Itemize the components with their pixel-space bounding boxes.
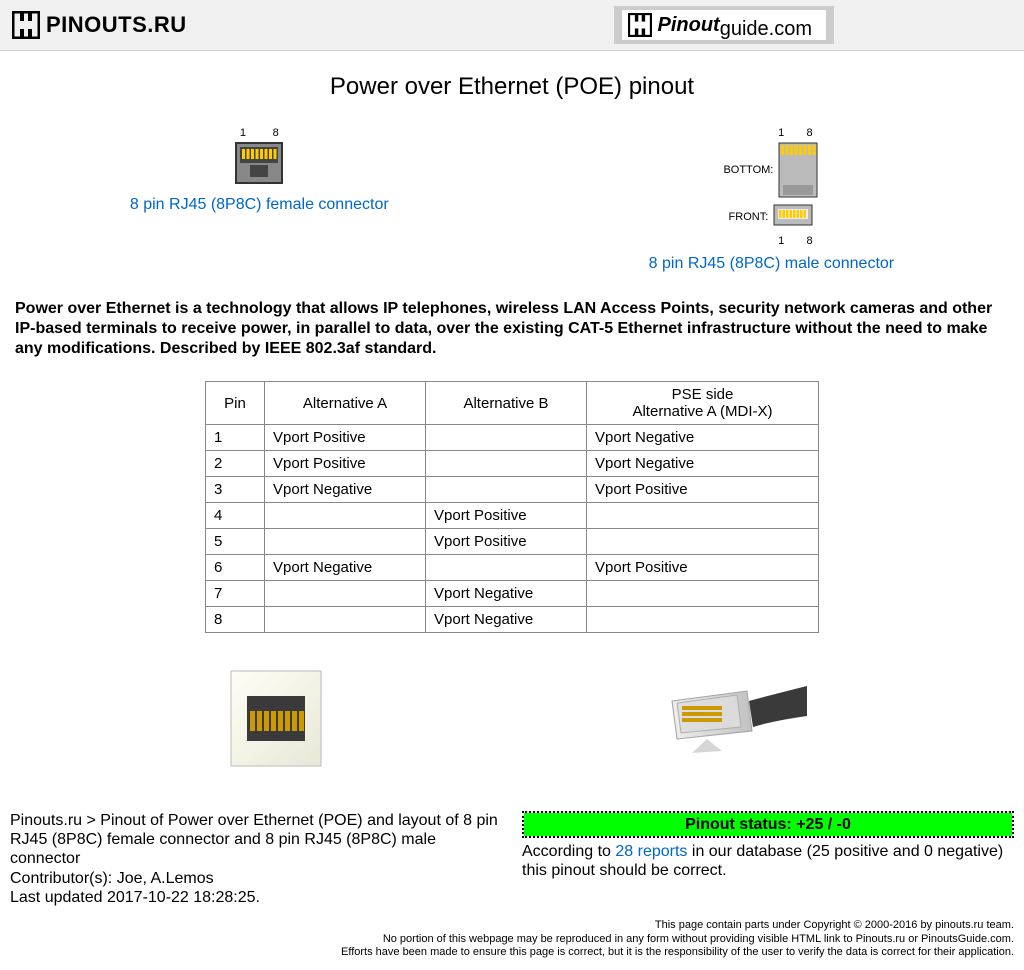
copyright: This page contain parts under Copyright … <box>0 919 1024 970</box>
table-cell <box>587 529 819 555</box>
guide-logo-text1: Pinout <box>658 14 720 37</box>
rj45-male-front-icon <box>772 203 814 231</box>
th-alta: Alternative A <box>265 382 426 425</box>
breadcrumb: Pinouts.ru > Pinout of Power over Ethern… <box>10 811 502 869</box>
female-connector-link[interactable]: 8 pin RJ45 (8P8C) female connector <box>130 196 389 214</box>
guide-logo-icon <box>628 13 652 37</box>
table-cell <box>265 529 426 555</box>
status-box: Pinout status: +25 / -0 <box>522 811 1014 838</box>
table-cell: 3 <box>206 477 265 503</box>
table-cell: Vport Negative <box>587 451 819 477</box>
table-cell: Vport Negative <box>265 477 426 503</box>
pinoutguide-logo-box[interactable]: Pinoutguide.com <box>614 6 835 44</box>
photo-row <box>0 661 1024 781</box>
site-logo-icon <box>12 11 40 39</box>
footer-info-row: Pinouts.ru > Pinout of Power over Ethern… <box>0 811 1024 907</box>
table-row: 6Vport Negative Vport Positive <box>206 555 819 581</box>
table-row: 3Vport Negative Vport Positive <box>206 477 819 503</box>
table-cell: Vport Positive <box>587 555 819 581</box>
table-cell: Vport Positive <box>426 503 587 529</box>
guide-logo-text2: guide.com <box>720 18 812 41</box>
rj45-female-icon <box>234 141 284 185</box>
pinout-table: Pin Alternative A Alternative B PSE side… <box>205 381 819 633</box>
pin-num-8b: 8 <box>807 127 813 139</box>
table-cell: Vport Positive <box>426 529 587 555</box>
table-row: 7 Vport Negative <box>206 581 819 607</box>
pin-num-8c: 8 <box>807 235 813 247</box>
table-cell: 1 <box>206 425 265 451</box>
status-text-1: According to <box>522 843 615 860</box>
table-cell: 2 <box>206 451 265 477</box>
th-pin: Pin <box>206 382 265 425</box>
source-info: Pinouts.ru > Pinout of Power over Ethern… <box>10 811 502 907</box>
copyright-line3: Efforts have been made to ensure this pa… <box>10 946 1014 960</box>
table-cell <box>587 607 819 633</box>
table-cell <box>265 503 426 529</box>
table-cell <box>265 607 426 633</box>
status-block: Pinout status: +25 / -0 According to 28 … <box>522 811 1014 907</box>
table-cell: Vport Negative <box>426 581 587 607</box>
table-cell <box>426 425 587 451</box>
table-row: 8 Vport Negative <box>206 607 819 633</box>
reports-link[interactable]: 28 reports <box>615 843 687 860</box>
logo-text: PINOUTS.RU <box>46 12 187 38</box>
table-cell <box>426 555 587 581</box>
table-cell <box>587 503 819 529</box>
male-connector-link[interactable]: 8 pin RJ45 (8P8C) male connector <box>649 255 894 273</box>
pin-num-8: 8 <box>273 127 279 139</box>
table-cell <box>587 581 819 607</box>
pinouts-ru-logo[interactable]: PINOUTS.RU <box>12 11 187 39</box>
table-row: 1Vport Positive Vport Negative <box>206 425 819 451</box>
pin-num-1b: 1 <box>778 127 784 139</box>
table-row: 2Vport Positive Vport Negative <box>206 451 819 477</box>
connector-diagrams-row: 1 8 8 pin RJ45 (8P8C) female connector 1… <box>0 123 1024 273</box>
table-cell: 6 <box>206 555 265 581</box>
pin-num-1c: 1 <box>778 235 784 247</box>
intro-paragraph: Power over Ethernet is a technology that… <box>15 299 1009 359</box>
th-pse: PSE side Alternative A (MDI-X) <box>587 382 819 425</box>
male-connector-block: 1 8 BOTTOM: FRONT: 1 8 8 pin <box>649 123 894 273</box>
pin-num-1: 1 <box>240 127 246 139</box>
table-cell: Vport Negative <box>265 555 426 581</box>
table-row: 5 Vport Positive <box>206 529 819 555</box>
last-updated: Last updated 2017-10-22 18:28:25. <box>10 888 502 907</box>
table-cell <box>426 477 587 503</box>
page-title: Power over Ethernet (POE) pinout <box>0 73 1024 101</box>
status-bar: Pinout status: +25 / -0 <box>524 813 1012 836</box>
table-cell: 8 <box>206 607 265 633</box>
table-row: 4 Vport Positive <box>206 503 819 529</box>
female-connector-photo <box>217 661 337 781</box>
contributors: Contributor(s): Joe, A.Lemos <box>10 869 502 888</box>
table-cell: 4 <box>206 503 265 529</box>
male-connector-photo <box>667 661 807 781</box>
table-cell <box>426 451 587 477</box>
table-cell <box>265 581 426 607</box>
rj45-male-bottom-icon <box>777 141 819 199</box>
th-altb: Alternative B <box>426 382 587 425</box>
front-label: FRONT: <box>729 211 769 223</box>
table-cell: Vport Negative <box>426 607 587 633</box>
copyright-line2: No portion of this webpage may be reprod… <box>10 933 1014 947</box>
bottom-label: BOTTOM: <box>723 164 773 176</box>
table-cell: 7 <box>206 581 265 607</box>
female-connector-block: 1 8 8 pin RJ45 (8P8C) female connector <box>130 123 389 273</box>
top-header: PINOUTS.RU Pinoutguide.com <box>0 0 1024 51</box>
table-cell: Vport Positive <box>265 451 426 477</box>
copyright-line1: This page contain parts under Copyright … <box>10 919 1014 933</box>
table-cell: Vport Positive <box>265 425 426 451</box>
table-cell: Vport Positive <box>587 477 819 503</box>
table-cell: Vport Negative <box>587 425 819 451</box>
table-header-row: Pin Alternative A Alternative B PSE side… <box>206 382 819 425</box>
table-cell: 5 <box>206 529 265 555</box>
